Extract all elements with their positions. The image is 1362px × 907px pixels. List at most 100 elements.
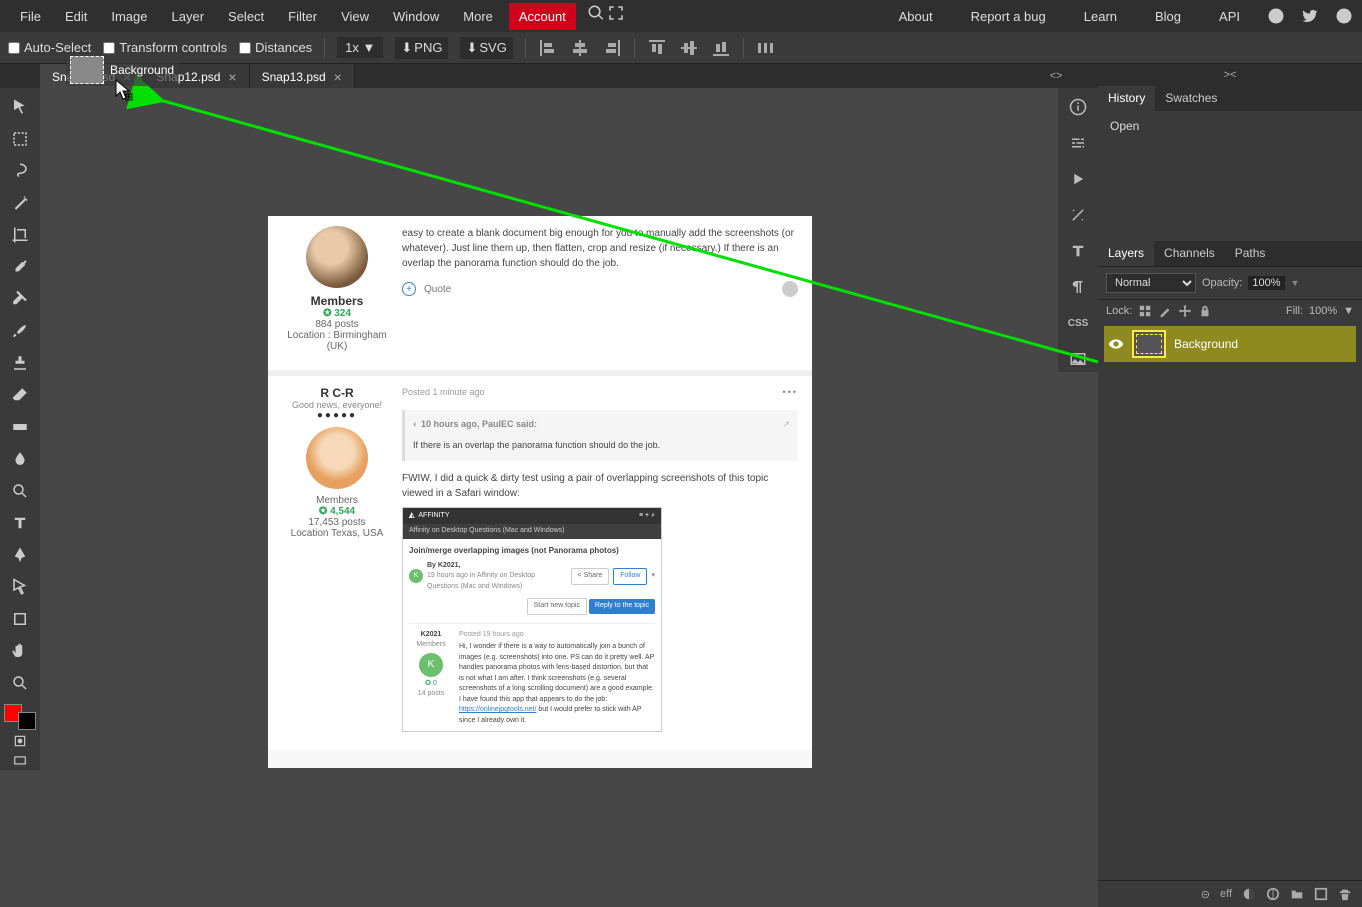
lasso-tool[interactable] [4, 156, 36, 186]
menu-layer[interactable]: Layer [160, 3, 217, 30]
tab-snap13[interactable]: Snap13.psd× [250, 64, 355, 90]
right-collapse-button[interactable]: >< [1098, 64, 1362, 86]
export-png-button[interactable]: ⬇PNG [395, 37, 448, 59]
menu-view[interactable]: View [329, 3, 381, 30]
menu-about[interactable]: About [887, 3, 945, 30]
menu-file[interactable]: File [8, 3, 53, 30]
paragraph-icon[interactable] [1065, 274, 1091, 300]
stamp-tool[interactable] [4, 348, 36, 378]
wand-tool[interactable] [4, 188, 36, 218]
distribute-icon[interactable] [756, 38, 776, 58]
layer-row[interactable]: Background [1104, 326, 1356, 362]
lock-brush-icon[interactable] [1158, 304, 1172, 318]
css-icon[interactable]: CSS [1065, 310, 1091, 336]
menu-account[interactable]: Account [509, 3, 576, 30]
fullscreen-icon[interactable] [606, 3, 626, 23]
search-icon[interactable] [586, 3, 606, 23]
shape-tool[interactable] [4, 604, 36, 634]
blur-tool[interactable] [4, 444, 36, 474]
tab-history[interactable]: History [1098, 86, 1155, 111]
menu-blog[interactable]: Blog [1143, 3, 1193, 30]
gradient-tool[interactable] [4, 412, 36, 442]
export-svg-button[interactable]: ⬇SVG [460, 37, 512, 59]
tab-close-icon[interactable]: × [228, 69, 236, 85]
move-tool[interactable] [4, 92, 36, 122]
dodge-tool[interactable] [4, 476, 36, 506]
image-icon[interactable] [1065, 346, 1091, 372]
marquee-tool[interactable] [4, 124, 36, 154]
twitter-icon[interactable] [1300, 6, 1320, 26]
mask-icon[interactable] [1242, 887, 1256, 901]
opacity-dropdown-icon[interactable]: ▼ [1291, 278, 1300, 288]
align-bottom-icon[interactable] [711, 38, 731, 58]
color-swatch[interactable] [4, 704, 36, 730]
align-center-h-icon[interactable] [570, 38, 590, 58]
trash-icon[interactable] [1338, 887, 1352, 901]
menu-select[interactable]: Select [216, 3, 276, 30]
brush-tool[interactable] [4, 316, 36, 346]
reddit-icon[interactable] [1266, 6, 1286, 26]
menu-report[interactable]: Report a bug [959, 3, 1058, 30]
tab-swatches[interactable]: Swatches [1155, 86, 1227, 111]
character-icon[interactable] [1065, 238, 1091, 264]
canvas-area[interactable]: Members ✪ 324 884 posts Location : Birmi… [40, 88, 1058, 907]
menu-more[interactable]: More [451, 3, 505, 30]
align-right-icon[interactable] [602, 38, 622, 58]
fx-button[interactable]: eff [1220, 888, 1232, 900]
tab-paths[interactable]: Paths [1225, 241, 1276, 266]
menu-api[interactable]: API [1207, 3, 1252, 30]
path-select-tool[interactable] [4, 572, 36, 602]
menu-image[interactable]: Image [99, 3, 159, 30]
info-icon[interactable] [1065, 94, 1091, 120]
type-tool[interactable] [4, 508, 36, 538]
link-layers-icon[interactable]: ⊝ [1201, 888, 1210, 901]
distances-checkbox[interactable]: Distances [239, 40, 312, 55]
align-center-v-icon[interactable] [679, 38, 699, 58]
tab-close-icon[interactable]: × [334, 69, 342, 85]
tab-channels[interactable]: Channels [1154, 241, 1225, 266]
quote-button[interactable]: Quote [424, 282, 451, 297]
eyedropper-tool[interactable] [4, 252, 36, 282]
lock-move-icon[interactable] [1178, 304, 1192, 318]
history-item[interactable]: Open [1106, 115, 1354, 137]
lock-label: Lock: [1106, 305, 1132, 317]
transform-controls-checkbox[interactable]: Transform controls [103, 40, 227, 55]
folder-icon[interactable] [1290, 887, 1304, 901]
align-top-icon[interactable] [647, 38, 667, 58]
eraser-tool[interactable] [4, 380, 36, 410]
facebook-icon[interactable] [1334, 6, 1354, 26]
screen-mode-icon[interactable] [4, 752, 36, 770]
auto-select-checkbox[interactable]: Auto-Select [8, 40, 91, 55]
zoom-tool[interactable] [4, 668, 36, 698]
multiquote-icon[interactable]: + [402, 282, 416, 296]
blend-mode-select[interactable]: Normal [1106, 273, 1196, 293]
hand-tool[interactable] [4, 636, 36, 666]
menu-window[interactable]: Window [381, 3, 451, 30]
heal-tool[interactable] [4, 284, 36, 314]
quick-mask-icon[interactable] [4, 732, 36, 750]
menu-filter[interactable]: Filter [276, 3, 329, 30]
lock-all-icon[interactable] [1198, 304, 1212, 318]
fx-icon[interactable] [1065, 202, 1091, 228]
menu-edit[interactable]: Edit [53, 3, 99, 30]
play-icon[interactable] [1065, 166, 1091, 192]
user-rank: ✪ 324 [282, 308, 392, 319]
opacity-value[interactable]: 100% [1248, 276, 1284, 290]
lock-pixels-icon[interactable] [1138, 304, 1152, 318]
tab-layers[interactable]: Layers [1098, 241, 1154, 266]
post-menu-icon[interactable]: ••• [783, 386, 798, 400]
rstrip-collapse-button[interactable]: <> [1038, 66, 1074, 86]
fill-value[interactable]: 100% [1309, 305, 1337, 317]
pen-tool[interactable] [4, 540, 36, 570]
adjustment-icon[interactable] [1266, 887, 1280, 901]
visibility-icon[interactable] [1108, 336, 1124, 352]
crop-tool[interactable] [4, 220, 36, 250]
menu-learn[interactable]: Learn [1072, 3, 1129, 30]
fill-dropdown-icon[interactable]: ▼ [1343, 305, 1354, 317]
align-left-icon[interactable] [538, 38, 558, 58]
zoom-select[interactable]: 1x ▼ [337, 37, 383, 58]
new-layer-icon[interactable] [1314, 887, 1328, 901]
goto-icon[interactable]: ↗ [782, 418, 790, 432]
reaction-icon[interactable] [782, 281, 798, 297]
adjust-icon[interactable] [1065, 130, 1091, 156]
